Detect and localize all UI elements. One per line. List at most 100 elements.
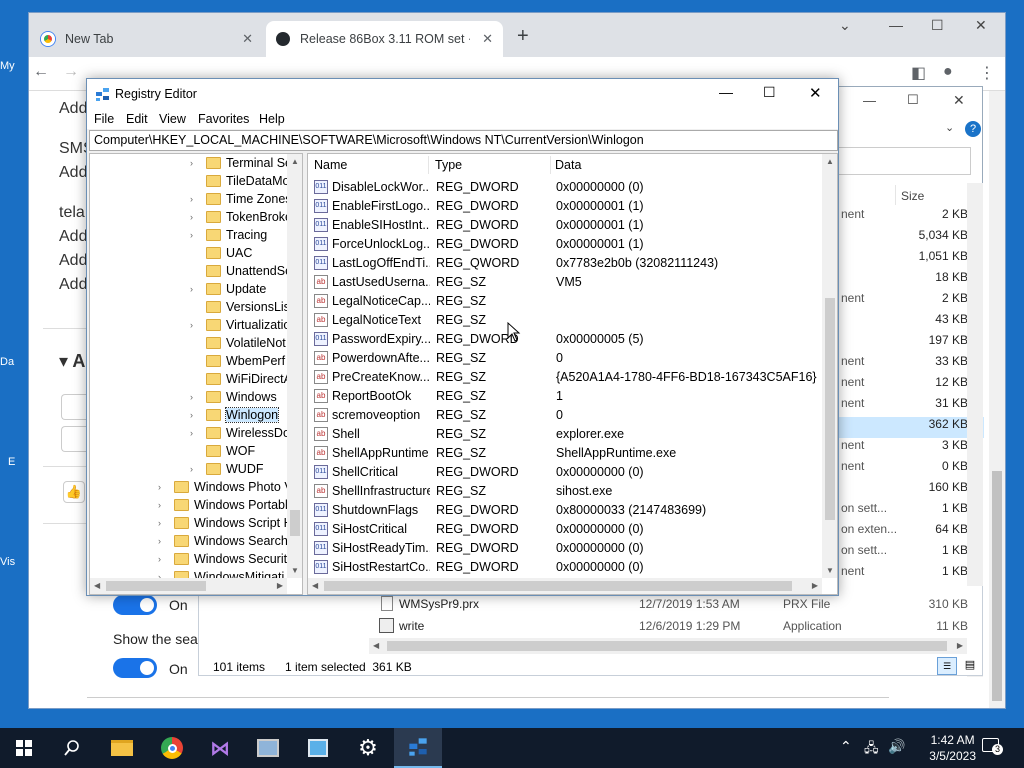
tree-node[interactable]: › Terminal Se [190, 154, 292, 172]
expand-arrow-icon[interactable]: › [158, 500, 170, 510]
tree-node[interactable]: TileDataMo [190, 172, 289, 190]
profile-avatar-icon[interactable]: ● [943, 63, 953, 81]
expand-arrow-icon[interactable]: › [190, 158, 202, 168]
section-expand-toggle[interactable]: ▾ A [59, 351, 85, 372]
table-row[interactable]: 011 PasswordExpiry... REG_DWORD 0x00000005 … [308, 330, 822, 349]
tree-node[interactable]: › Update [190, 280, 266, 298]
table-row[interactable]: 43 KB [839, 312, 984, 333]
table-row[interactable]: nent 0 KB [839, 459, 984, 480]
size-column-header[interactable]: Size [901, 189, 924, 203]
chevron-down-icon[interactable]: ⌄ [945, 121, 954, 134]
taskbar-app-control-panel[interactable] [294, 728, 342, 768]
taskbar-app-computer[interactable] [244, 728, 292, 768]
table-row[interactable]: 011 EnableFirstLogo... REG_DWORD 0x00000001… [308, 197, 822, 216]
chevron-up-icon[interactable]: ⌃ [840, 738, 852, 755]
close-icon[interactable]: ✕ [953, 92, 965, 109]
taskbar-chrome[interactable] [148, 728, 196, 768]
scroll-left-arrow-icon[interactable]: ◀ [312, 581, 318, 590]
table-row[interactable]: ab ShellInfrastructure REG_SZ sihost.exe [308, 482, 822, 501]
desktop-icon-label-my[interactable]: My [0, 60, 15, 72]
table-row[interactable]: 011 DisableLockWor... REG_DWORD 0x00000000 … [308, 178, 822, 197]
tree-node[interactable]: WiFiDirectA [190, 370, 292, 388]
table-row[interactable]: 011 ForceUnlockLog... REG_DWORD 0x00000001 … [308, 235, 822, 254]
menu-view[interactable]: View [159, 112, 186, 126]
table-row[interactable]: ab PowerdownAfte... REG_SZ 0 [308, 349, 822, 368]
scroll-down-arrow-icon[interactable]: ▼ [826, 566, 834, 575]
maximize-icon[interactable]: ☐ [763, 84, 776, 101]
toggle-switch[interactable] [113, 658, 157, 678]
tree-node[interactable]: › Windows Portabl [158, 496, 288, 514]
table-row[interactable]: 362 KB [839, 417, 984, 438]
expand-arrow-icon[interactable]: › [190, 284, 202, 294]
tab-new-tab[interactable]: New Tab ✕ [31, 21, 263, 57]
table-row[interactable]: ab ReportBootOk REG_SZ 1 [308, 387, 822, 406]
scroll-down-arrow-icon[interactable]: ▼ [291, 566, 299, 575]
tree-node[interactable]: › WUDF [190, 460, 264, 478]
tree-node[interactable]: UAC [190, 244, 252, 262]
table-row[interactable]: 011 ShutdownFlags REG_DWORD 0x80000033 (214… [308, 501, 822, 520]
table-row[interactable]: ab LegalNoticeText REG_SZ [308, 311, 822, 330]
expand-arrow-icon[interactable]: › [190, 410, 202, 420]
desktop-icon-label-vis[interactable]: Vis [0, 556, 15, 568]
tab-release-86box[interactable]: Release 86Box 3.11 ROM set · 86 ✕ [266, 21, 503, 57]
network-icon[interactable]: 🖧 [864, 739, 879, 761]
back-arrow-icon[interactable]: ← [33, 63, 49, 81]
expand-arrow-icon[interactable]: › [190, 320, 202, 330]
scroll-left-arrow-icon[interactable]: ◀ [94, 581, 100, 590]
tree-node[interactable]: › Time Zones [190, 190, 292, 208]
tree-node[interactable]: › Windows Search [158, 532, 288, 550]
table-row[interactable]: nent 12 KB [839, 375, 984, 396]
chevron-down-icon[interactable]: ⌄ [839, 17, 851, 34]
help-icon[interactable]: ? [965, 121, 981, 137]
tree-node[interactable]: WOF [190, 442, 255, 460]
tree-node[interactable]: › Tracing [190, 226, 267, 244]
large-icons-view-icon[interactable]: ▤ [961, 657, 979, 675]
scroll-right-arrow-icon[interactable]: ▶ [957, 641, 963, 650]
address-bar[interactable]: Computer\HKEY_LOCAL_MACHINE\SOFTWARE\Mic… [89, 130, 838, 151]
values-horizontal-scrollbar[interactable]: ◀ ▶ [308, 578, 822, 594]
close-icon[interactable]: ✕ [242, 31, 253, 47]
table-row[interactable]: 1,051 KB [839, 249, 984, 270]
table-row[interactable]: on exten... 64 KB [839, 522, 984, 543]
explorer-horizontal-scrollbar[interactable]: ◀ ▶ [369, 638, 967, 654]
expand-arrow-icon[interactable]: › [190, 212, 202, 222]
table-row[interactable]: 197 KB [839, 333, 984, 354]
expand-arrow-icon[interactable]: › [158, 554, 170, 564]
maximize-icon[interactable]: ☐ [931, 17, 944, 34]
scrollbar-thumb[interactable] [324, 581, 792, 591]
system-clock[interactable]: 1:42 AM 3/5/2023 [929, 732, 976, 764]
table-row[interactable]: nent 1 KB [839, 564, 984, 585]
tree-node[interactable]: WbemPerf [190, 352, 285, 370]
search-button[interactable] [48, 728, 96, 768]
tree-node[interactable]: VolatileNot [190, 334, 286, 352]
column-divider[interactable] [428, 156, 429, 174]
tree-vertical-scrollbar[interactable]: ▲ ▼ [287, 154, 302, 578]
table-row[interactable]: nent 31 KB [839, 396, 984, 417]
expand-arrow-icon[interactable]: › [158, 482, 170, 492]
tree-horizontal-scrollbar[interactable]: ◀ ▶ [90, 578, 287, 594]
table-row[interactable]: ab Shell REG_SZ explorer.exe [308, 425, 822, 444]
tree-node[interactable]: › Windows [190, 388, 277, 406]
expand-arrow-icon[interactable]: › [190, 230, 202, 240]
close-icon[interactable]: ✕ [482, 31, 493, 47]
expand-arrow-icon[interactable]: › [158, 518, 170, 528]
tree-node[interactable]: › TokenBroke [190, 208, 292, 226]
chrome-vertical-scrollbar[interactable] [989, 91, 1005, 708]
table-row[interactable]: 5,034 KB [839, 228, 984, 249]
table-row[interactable]: 160 KB [839, 480, 984, 501]
page-input-box[interactable] [61, 394, 87, 420]
table-row[interactable]: nent 3 KB [839, 438, 984, 459]
table-row[interactable]: 011 LastLogOffEndTi... REG_QWORD 0x7783e2b0… [308, 254, 822, 273]
scroll-left-arrow-icon[interactable]: ◀ [373, 641, 379, 650]
table-row[interactable]: nent 33 KB [839, 354, 984, 375]
column-header-name[interactable]: Name [314, 158, 347, 172]
expand-arrow-icon[interactable]: › [190, 428, 202, 438]
table-row[interactable]: 011 SiHostReadyTim... REG_DWORD 0x00000000 … [308, 539, 822, 558]
taskbar-settings[interactable]: ⚙ [344, 728, 392, 768]
tree-node[interactable]: › Windows Security [158, 550, 293, 568]
tree-node[interactable]: › Winlogon [190, 406, 280, 424]
close-icon[interactable]: ✕ [809, 84, 822, 102]
page-input-box[interactable] [61, 426, 87, 452]
new-tab-plus-icon[interactable]: + [517, 25, 529, 48]
tree-node[interactable]: UnattendSe [190, 262, 292, 280]
